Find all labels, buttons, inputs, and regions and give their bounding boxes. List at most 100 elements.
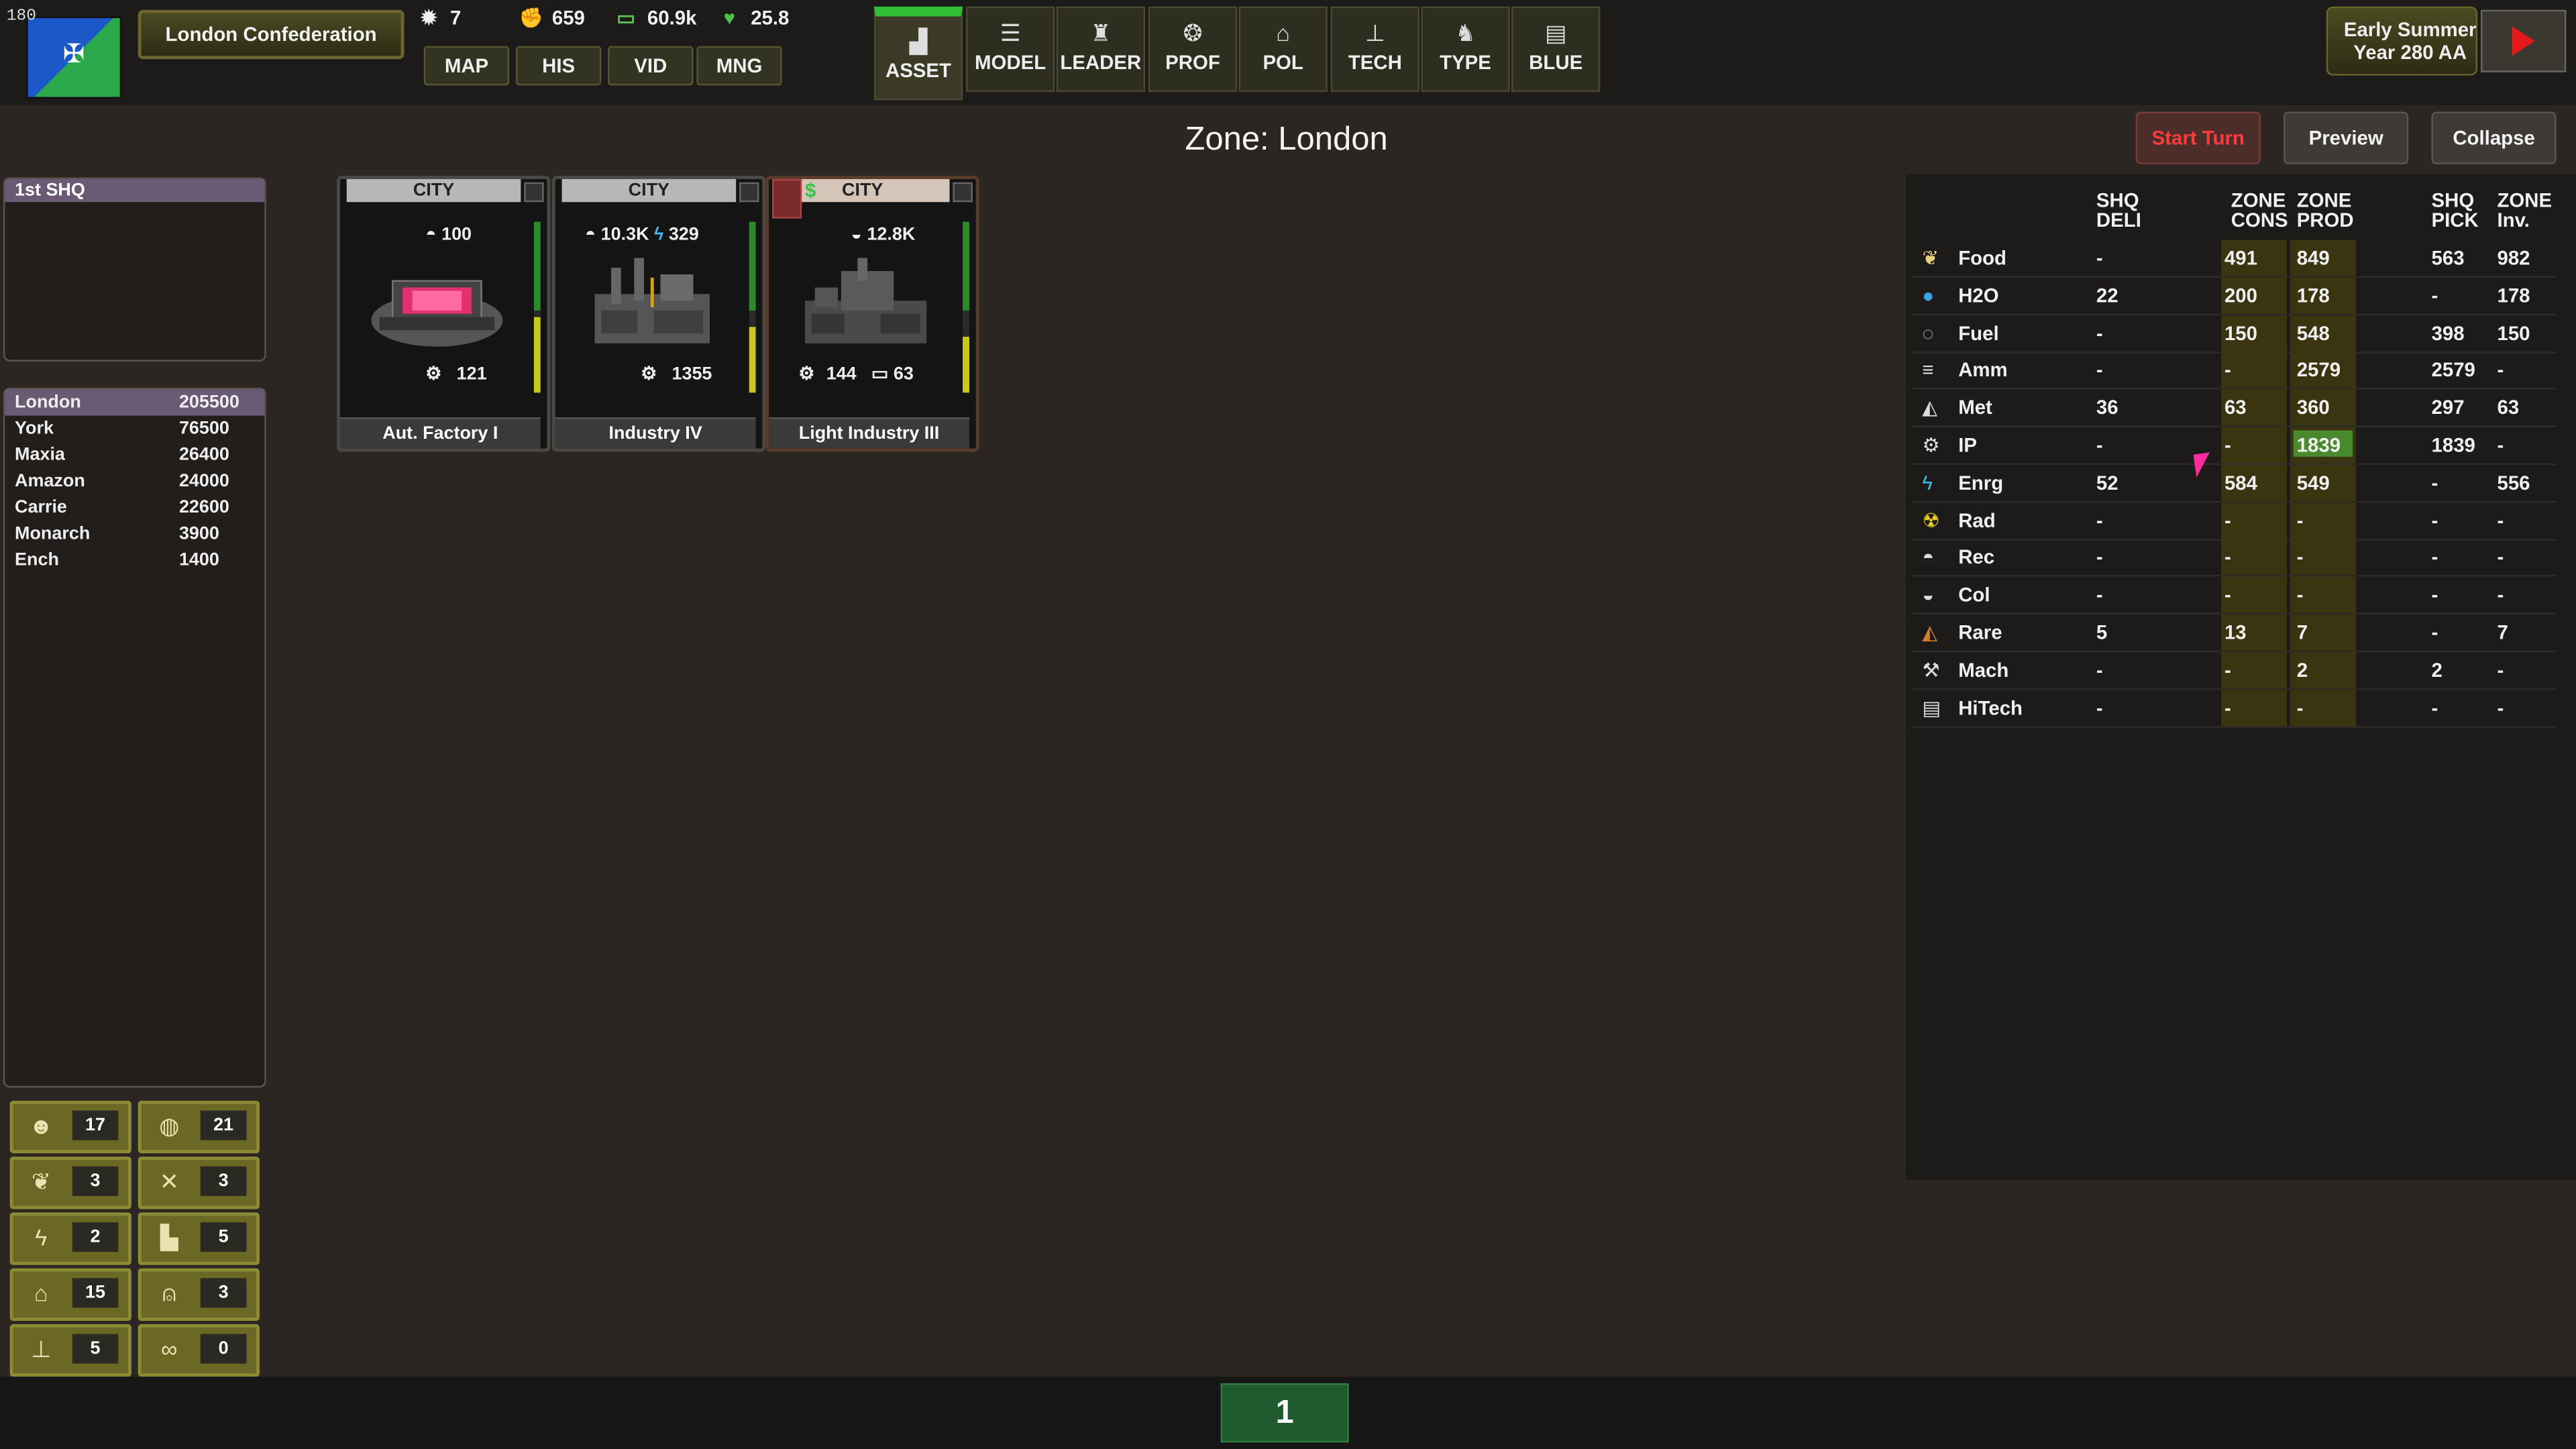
leader-portrait-icon[interactable] [772, 178, 802, 219]
cell-cons: - [2224, 696, 2231, 719]
cell-pick: - [2431, 621, 2438, 645]
resource-name: IP [1958, 433, 1977, 457]
zone-row-carrie[interactable]: Carrie 22600 [5, 494, 264, 521]
resource-name: H2O [1958, 284, 1999, 307]
card-name: Light Industry III [769, 417, 969, 449]
zone-row-maxia[interactable]: Maxia 26400 [5, 442, 264, 468]
resource-row-amm: ≡ Amm - -2579 2579- [1912, 352, 2557, 390]
ammo-icon: ≡ [1922, 358, 1934, 382]
cell-cons: 150 [2224, 321, 2258, 345]
cell-inv: - [2497, 358, 2504, 382]
blue-button[interactable]: ▤ BLUE [1511, 6, 1601, 93]
leader-button[interactable]: ♜ LEADER [1056, 6, 1145, 93]
cell-deli: - [2096, 583, 2103, 607]
asset-button[interactable]: ▟ ASSET [873, 6, 963, 101]
prof-button[interactable]: ❂ PROF [1148, 6, 1238, 93]
building-card-light-industry[interactable]: CITY $ ◒ 12.8K ⚙ 144 ▭ 63 Light Industry… [765, 176, 979, 452]
cell-pick: - [2431, 546, 2438, 570]
cell-prod: 178 [2296, 284, 2330, 307]
end-turn-play-button[interactable] [2480, 9, 2567, 72]
card-status-bar [963, 221, 969, 393]
tree-icon: ⊥ [1364, 19, 1385, 46]
page-number[interactable]: 1 [1220, 1383, 1349, 1443]
tile-food[interactable]: ❦ 3 [9, 1157, 131, 1210]
tech-button[interactable]: ⊥ TECH [1330, 6, 1419, 93]
cell-inv: - [2497, 508, 2504, 532]
zone-row-monarch[interactable]: Monarch 3900 [5, 521, 264, 547]
nav-mng-button[interactable]: MNG [696, 46, 782, 86]
model-button[interactable]: ☰ MODEL [966, 6, 1055, 93]
cell-cons: 491 [2224, 246, 2258, 270]
resource-row-rad: ☢ Rad - - - - - [1912, 502, 2557, 540]
cell-inv: 7 [2497, 621, 2508, 645]
resource-table: SHQ DELI ZONE CONS ZONE PROD SHQ PICK ZONE In… [1905, 174, 2576, 1180]
nation-flag[interactable]: ✠ [26, 16, 122, 99]
dollar-icon: $ [805, 178, 816, 203]
start-turn-button[interactable]: Start Turn [2135, 111, 2261, 164]
cell-pick: - [2431, 508, 2438, 532]
preview-button[interactable]: Preview [2284, 111, 2409, 164]
money-icon: ▭ [871, 364, 889, 385]
resource-row-mach: ⚒ Mach - - 2 2 - [1912, 651, 2557, 690]
zone-row-ench[interactable]: Ench 1400 [5, 547, 264, 574]
card-badge[interactable] [739, 182, 759, 203]
mouse-cursor [2193, 452, 2213, 478]
nav-his-button[interactable]: HIS [515, 46, 602, 86]
helmet-icon: ◓ [425, 225, 437, 245]
resource-row-rare: ◭ Rare 5 13 7 - 7 [1912, 614, 2557, 653]
tile-chain[interactable]: ∞ 0 [138, 1324, 260, 1377]
cell-prod: 2 [2296, 658, 2308, 682]
tile-bank[interactable]: ⌂ 15 [9, 1268, 131, 1321]
tools-icon: ✕ [159, 1168, 179, 1195]
type-button[interactable]: ♞ TYPE [1421, 6, 1510, 93]
stat-money: ▭ 60.9k [614, 6, 696, 33]
col-header-shq-deli: SHQ DELI [2096, 189, 2141, 232]
cell-deli: 52 [2096, 471, 2118, 494]
metal-icon: ◭ [1922, 396, 1937, 419]
cell-inv: - [2497, 696, 2504, 719]
rec-icon: ◓ [1922, 546, 1935, 570]
lightning-icon: ϟ [35, 1224, 48, 1250]
resource-row-enrg: ϟ Enrg 52 584 549 - 556 [1912, 464, 2557, 502]
card-status-bar [749, 221, 756, 393]
helmet-icon: ◓ [584, 225, 596, 245]
network-icon: ⊥ [31, 1336, 52, 1362]
stat-power: ✊ 659 [519, 6, 585, 30]
date-display: Early Summer Year 280 AA [2326, 6, 2478, 76]
tile-soldiers[interactable]: ☻ 17 [9, 1100, 131, 1154]
card-badge[interactable] [524, 182, 544, 203]
zone-row-amazon[interactable]: Amazon 24000 [5, 468, 264, 494]
cell-prod: 549 [2296, 471, 2330, 494]
cell-pick: 2579 [2431, 358, 2475, 382]
money-icon: ▭ [616, 6, 635, 30]
pol-button[interactable]: ⌂ POL [1238, 6, 1328, 93]
tile-robot[interactable]: ⍝ 3 [138, 1268, 260, 1321]
sliders-icon: ☰ [1000, 19, 1021, 46]
water-drop-icon: ● [1922, 284, 1935, 307]
nav-map-button[interactable]: MAP [423, 46, 510, 86]
tile-network[interactable]: ⊥ 5 [9, 1324, 131, 1377]
cell-inv: 178 [2497, 284, 2530, 307]
tile-energy[interactable]: ϟ2 [9, 1212, 131, 1265]
tile-factory[interactable]: ▙ 5 [138, 1212, 260, 1265]
cell-inv: 556 [2497, 471, 2530, 494]
zone-row-london[interactable]: London 205500 [5, 389, 265, 416]
corner-number: 180 [6, 8, 36, 27]
cell-prod: 849 [2296, 246, 2330, 270]
resource-row-met: ◭ Met 36 63 360 297 63 [1912, 389, 2557, 428]
gear-icon: ⚙ [641, 364, 657, 385]
building-card-aut-factory[interactable]: CITY ◓ 100 ⚙ 121 Aut. Factory I [337, 176, 551, 452]
tile-tools[interactable]: ✕ 3 [138, 1157, 260, 1210]
card-badge[interactable] [953, 182, 973, 203]
collapse-button[interactable]: Collapse [2431, 111, 2557, 164]
cell-inv: 982 [2497, 246, 2530, 270]
resource-name: Rec [1958, 546, 1995, 570]
zone-row-york[interactable]: York 76500 [5, 416, 264, 442]
cell-prod: 7 [2296, 621, 2308, 645]
factory-image [371, 280, 503, 347]
lightning-icon: ϟ [654, 225, 664, 245]
tile-helmets[interactable]: ◍ 21 [138, 1100, 260, 1154]
building-card-industry-iv[interactable]: CITY ◓ 10.3K ϟ 329 ⚙ 1355 Industry IV [551, 176, 766, 452]
nav-vid-button[interactable]: VID [608, 46, 694, 86]
shq-box[interactable]: 1st SHQ [3, 177, 266, 362]
